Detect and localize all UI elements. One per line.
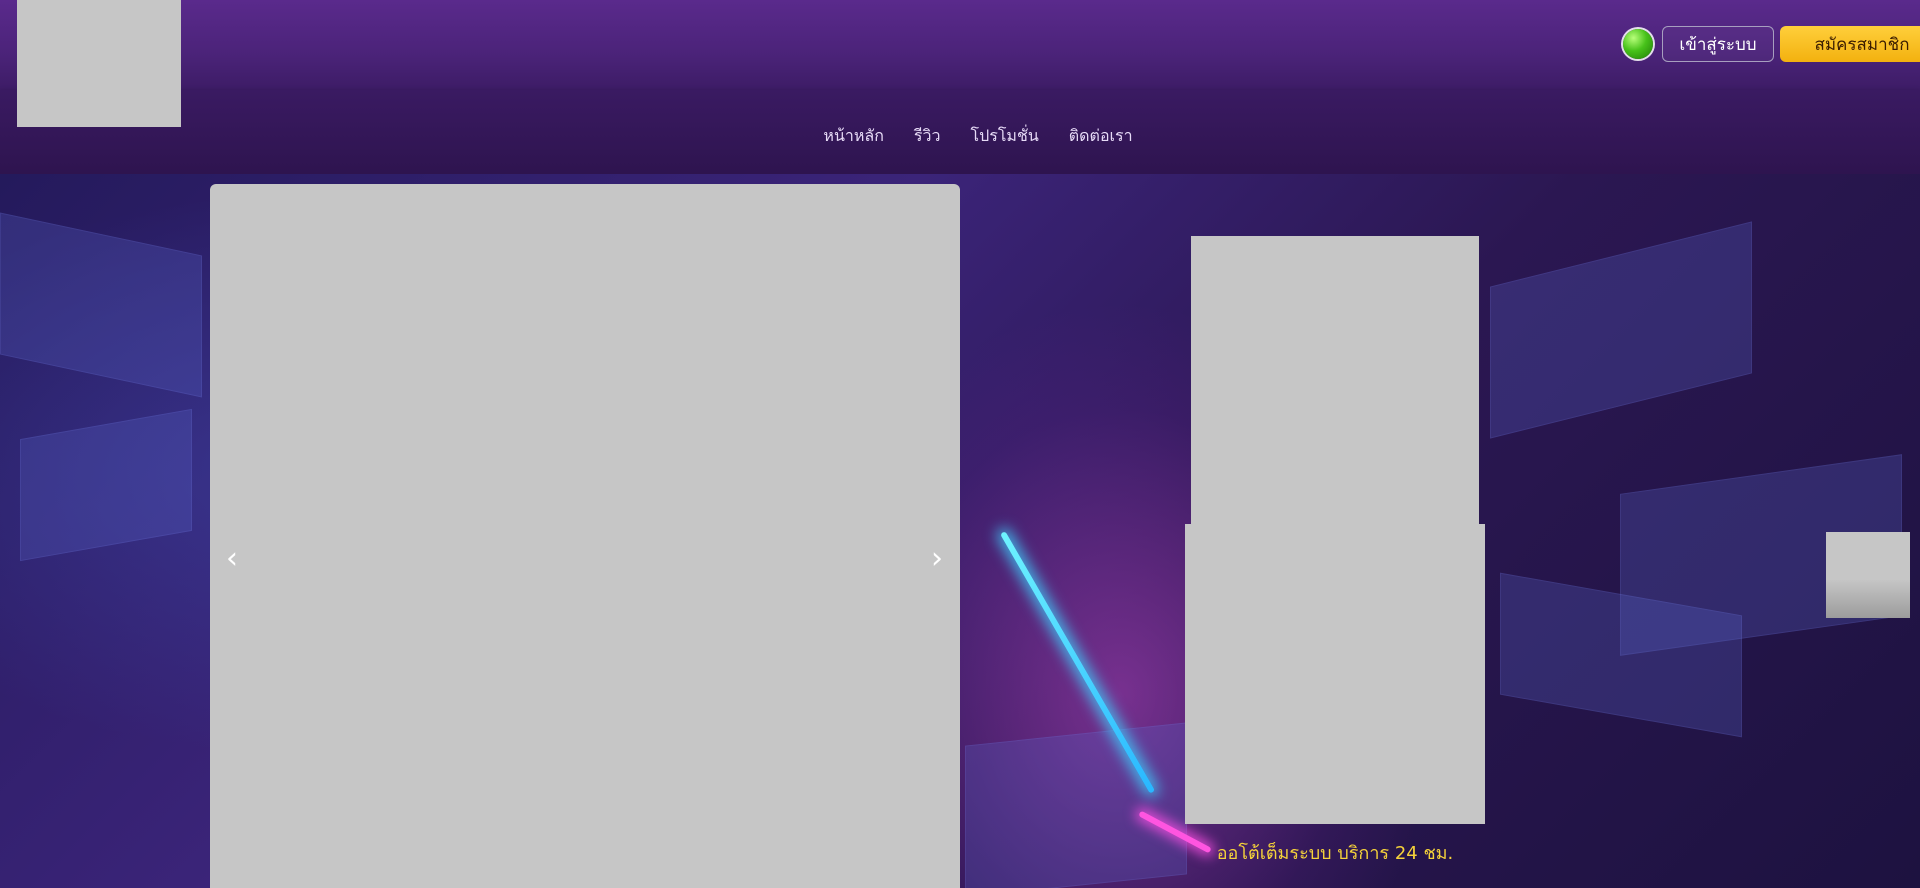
main-navigation: หน้าหลัก รีวิว โปรโมชั่น ติดต่อเรา (0, 124, 1920, 149)
promo-image-bottom (1185, 524, 1485, 824)
site-logo[interactable] (17, 0, 181, 127)
background-tile (0, 212, 202, 398)
login-button[interactable]: เข้าสู่ระบบ (1662, 26, 1774, 62)
nav-item-reviews[interactable]: รีวิว (914, 124, 941, 149)
banner-slider[interactable] (210, 184, 960, 888)
background-tile (20, 408, 192, 562)
nav-item-home[interactable]: หน้าหลัก (823, 124, 884, 149)
promo-image-top (1191, 236, 1479, 524)
nav-item-contact[interactable]: ติดต่อเรา (1069, 124, 1133, 149)
chevron-left-icon[interactable]: ‹ (220, 540, 244, 576)
side-floating-thumbnail[interactable] (1826, 532, 1910, 618)
promo-tagline: ออโต้เต็มระบบ บริการ 24 ชม. (1216, 843, 1454, 864)
chevron-right-icon[interactable]: › (925, 540, 949, 576)
background-tile (1490, 221, 1752, 439)
online-status-icon (1623, 29, 1653, 59)
nav-item-promotions[interactable]: โปรโมชั่น (970, 124, 1038, 149)
register-button[interactable]: สมัครสมาชิก (1780, 26, 1920, 62)
background-tile (965, 722, 1187, 888)
